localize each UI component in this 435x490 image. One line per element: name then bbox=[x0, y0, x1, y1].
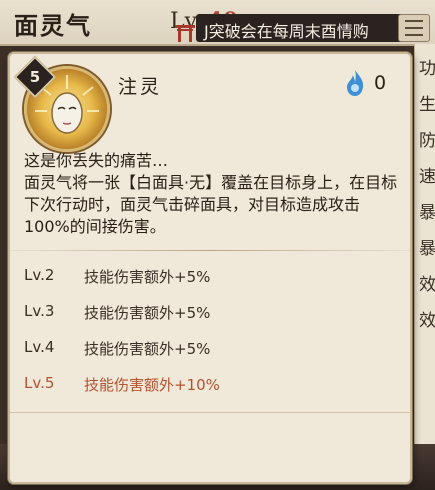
ghost-fire-icon bbox=[347, 70, 364, 96]
divider bbox=[10, 250, 410, 251]
skill-tooltip-card: 5 注灵 0 这是你丢失的痛苦… 面灵气将一张【白面具·无】覆盖在目标身上，在目… bbox=[8, 52, 412, 484]
menu-icon[interactable] bbox=[398, 14, 430, 42]
attr-char: 暴 bbox=[419, 203, 435, 223]
level-label: Lv.4 bbox=[24, 338, 55, 356]
skill-description: 这是你丢失的痛苦… 面灵气将一张【白面具·无】覆盖在目标身上，在目标下次行动时，… bbox=[24, 150, 402, 238]
description-effect: 面灵气将一张【白面具·无】覆盖在目标身上，在目标下次行动时，面灵气击碎面具，对目… bbox=[24, 173, 398, 236]
skill-cost: 5 bbox=[29, 68, 41, 86]
attr-char: 效 bbox=[419, 311, 435, 331]
attr-char: 防 bbox=[419, 131, 435, 151]
orb-count: 0 bbox=[374, 72, 387, 94]
description-flavor: 这是你丢失的痛苦… bbox=[24, 151, 169, 170]
level-row: Lv.3 技能伤害额外+5% bbox=[24, 302, 394, 338]
divider bbox=[10, 412, 410, 413]
character-name: 面灵气 bbox=[14, 11, 92, 40]
skill-level-list: Lv.2 技能伤害额外+5% Lv.3 技能伤害额外+5% Lv.4 技能伤害额… bbox=[24, 266, 394, 410]
level-effect: 技能伤害额外+5% bbox=[84, 304, 211, 322]
level-effect: 技能伤害额外+5% bbox=[84, 268, 211, 286]
torii-gate-icon bbox=[175, 25, 195, 42]
level-row: Lv.4 技能伤害额外+5% bbox=[24, 338, 394, 374]
attr-char: 暴 bbox=[419, 239, 435, 259]
attr-char: 功 bbox=[419, 59, 435, 79]
level-effect: 技能伤害额外+10% bbox=[84, 376, 220, 394]
level-label: Lv.2 bbox=[24, 266, 55, 284]
top-bar: 面灵气 Lv.40 J突破会在每周末酉情购 bbox=[0, 0, 435, 46]
attribute-panel: 功 生 防 速 暴 暴 效 效 bbox=[414, 44, 435, 444]
attr-char: 速 bbox=[419, 167, 435, 187]
level-row: Lv.2 技能伤害额外+5% bbox=[24, 266, 394, 302]
level-label: Lv.3 bbox=[24, 302, 55, 320]
attr-char: 效 bbox=[419, 275, 435, 295]
level-effect: 技能伤害额外+5% bbox=[84, 340, 211, 358]
attr-char: 生 bbox=[419, 95, 435, 115]
announcement-marquee: J突破会在每周末酉情购 bbox=[196, 14, 420, 42]
marquee-text: J突破会在每周末酉情购 bbox=[204, 22, 369, 41]
level-label: Lv.5 bbox=[24, 374, 55, 392]
skill-name: 注灵 bbox=[118, 76, 163, 98]
level-row-current: Lv.5 技能伤害额外+10% bbox=[24, 374, 394, 410]
